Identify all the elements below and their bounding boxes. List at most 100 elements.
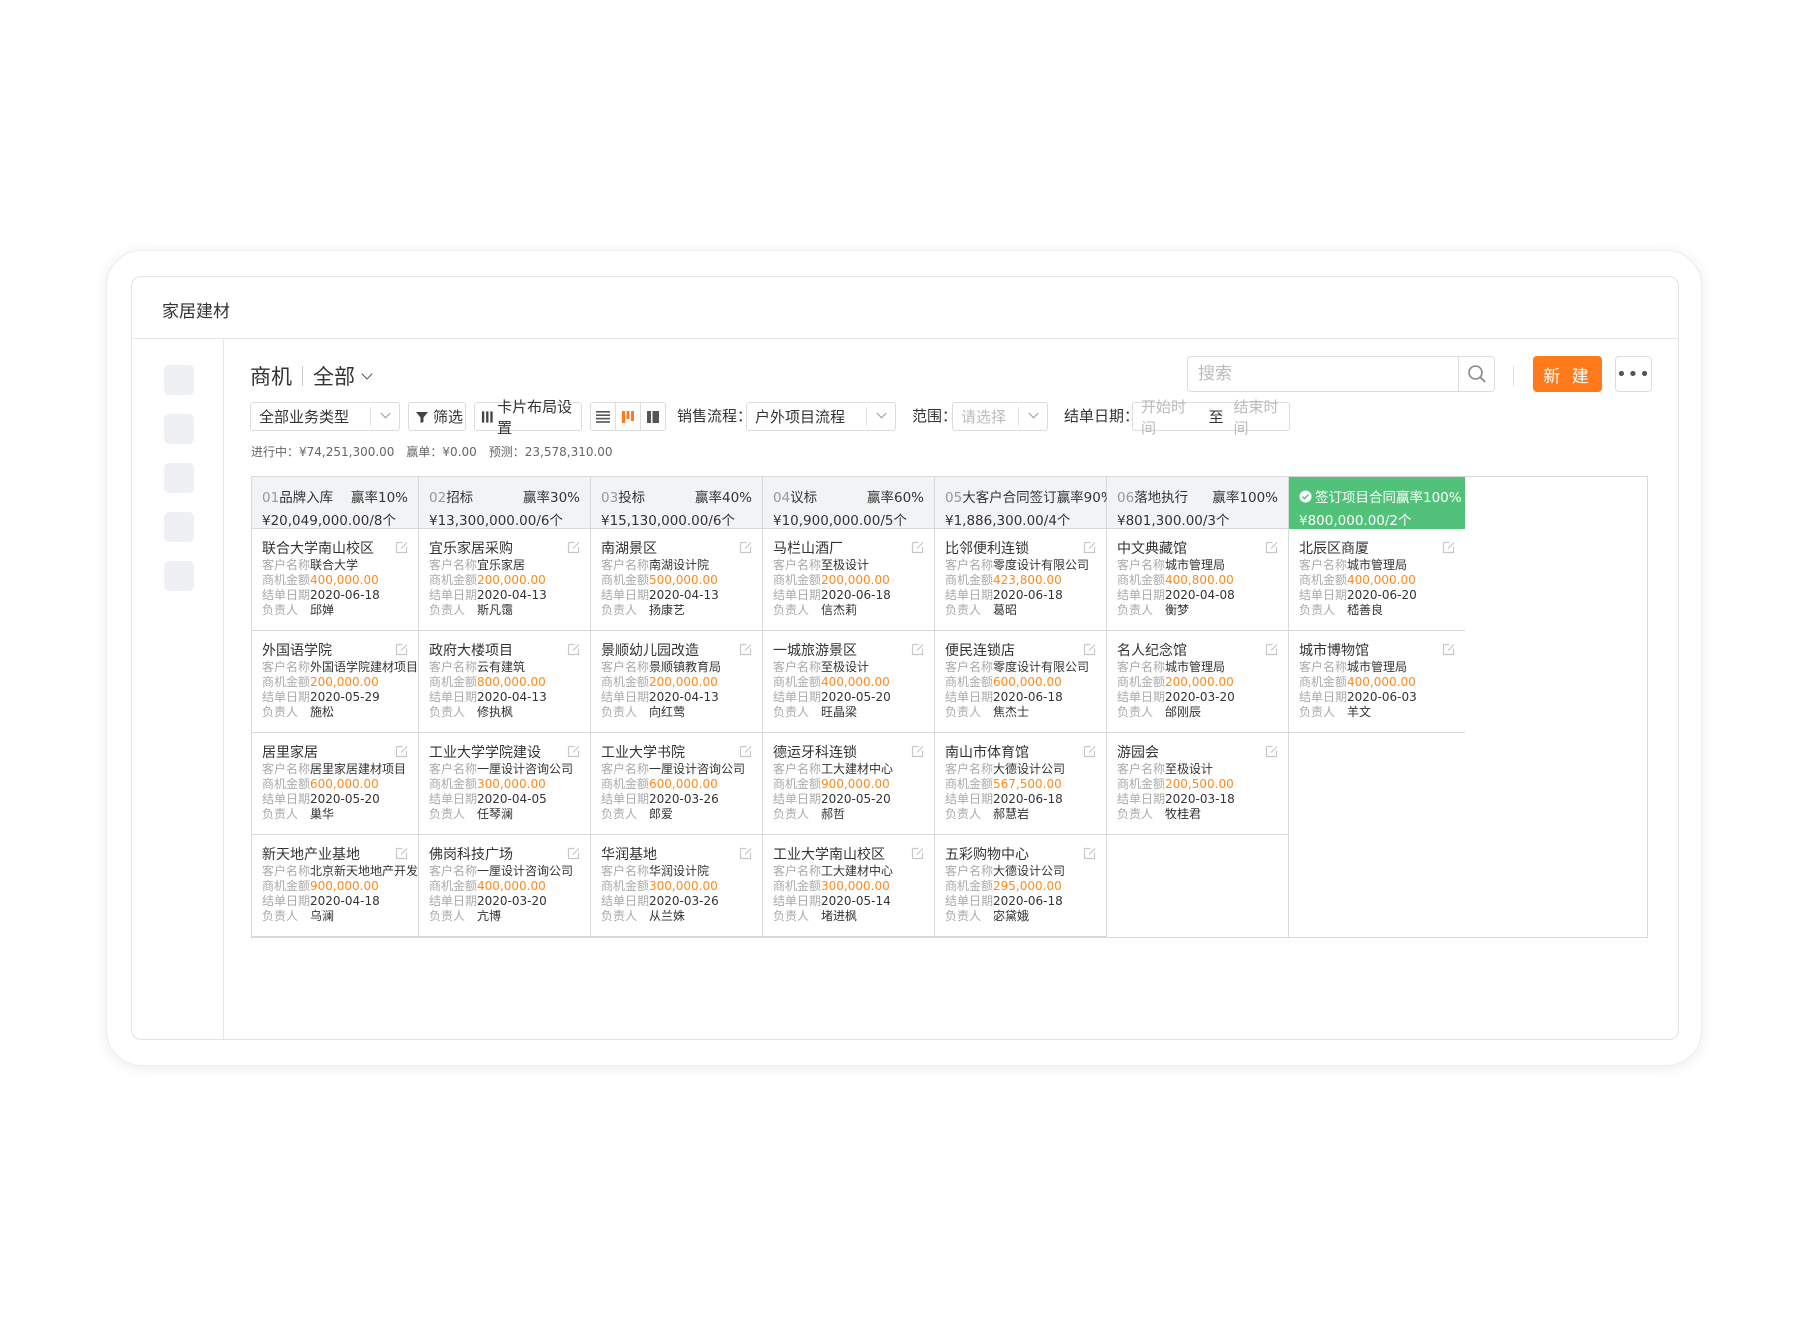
search-button[interactable] [1458,357,1494,391]
opportunity-card[interactable]: 佛岗科技广场 客户名称一厘设计咨询公司 商机金额400,000.00 结单日期2020… [419,835,590,937]
opportunity-card[interactable]: 游园会 客户名称至极设计 商机金额200,500.00 结单日期2020-03-18 负… [1107,733,1288,835]
detail-view-button[interactable] [640,402,666,431]
edit-icon[interactable] [911,641,925,660]
sidebar-item[interactable] [164,414,194,444]
card-customer-row: 客户名称一厘设计咨询公司 [429,762,580,777]
opportunity-card[interactable]: 中文典藏馆 客户名称城市管理局 商机金额400,800.00 结单日期2020-04-… [1107,529,1288,631]
opportunity-card[interactable]: 名人纪念馆 客户名称城市管理局 商机金额200,000.00 结单日期2020-03-… [1107,631,1288,733]
customer-value: 一厘设计咨询公司 [477,864,574,878]
card-date-row: 结单日期2020-05-29 [262,690,408,705]
biz-type-value: 全部业务类型 [259,408,350,426]
edit-icon[interactable] [1083,641,1097,660]
stage-header[interactable]: 04议标 赢率60% ¥10,900,000.00/5个 [763,477,935,529]
edit-icon[interactable] [1265,539,1279,558]
edit-icon[interactable] [739,641,753,660]
card-title: 佛岗科技广场 [429,847,513,863]
sidebar-item[interactable] [164,463,194,493]
edit-icon[interactable] [1083,743,1097,762]
opportunity-card[interactable]: 宜乐家居采购 客户名称宜乐家居 商机金额200,000.00 结单日期2020-04-… [419,529,590,631]
edit-icon[interactable] [739,539,753,558]
opportunity-card[interactable]: 德运牙科连锁 客户名称工大建材中心 商机金额900,000.00 结单日期2020-0… [763,733,934,835]
stage-header[interactable]: 05大客户合同签订 赢率90% ¥1,886,300.00/4个 [935,477,1114,529]
opportunity-card[interactable]: 马栏山酒厂 客户名称至极设计 商机金额200,000.00 结单日期2020-06-1… [763,529,934,631]
opportunity-card[interactable]: 南山市体育馆 客户名称大德设计公司 商机金额567,500.00 结单日期2020-0… [935,733,1106,835]
opportunity-card[interactable]: 居里家居 客户名称居里家居建材项目 商机金额600,000.00 结单日期2020-0… [252,733,418,835]
sales-process-select[interactable]: 户外项目流程 [746,402,896,431]
opportunity-card[interactable]: 景顺幼儿园改造 客户名称景顺镇教育局 商机金额200,000.00 结单日期2020-… [591,631,762,733]
customer-value: 工大建材中心 [821,762,894,776]
edit-icon[interactable] [1083,539,1097,558]
edit-icon[interactable] [739,845,753,864]
edit-icon[interactable] [1442,539,1456,558]
edit-icon[interactable] [911,743,925,762]
range-select[interactable]: 请选择 [952,402,1048,431]
opportunity-card[interactable]: 城市博物馆 客户名称城市管理局 商机金额400,000.00 结单日期2020-06-… [1289,631,1465,733]
date-value: 2020-03-26 [649,894,719,908]
card-layout-button[interactable]: 卡片布局设置 [474,398,582,437]
scope-dropdown[interactable]: 全部 [313,361,373,391]
opportunity-card[interactable]: 五彩购物中心 客户名称大德设计公司 商机金额295,000.00 结单日期2020-0… [935,835,1106,937]
opportunity-card[interactable]: 一城旅游景区 客户名称至极设计 商机金额400,000.00 结单日期2020-05-… [763,631,934,733]
edit-icon[interactable] [911,845,925,864]
opportunity-card[interactable]: 工业大学学院建设 客户名称一厘设计咨询公司 商机金额300,000.00 结单日期20… [419,733,590,835]
edit-icon[interactable] [395,641,409,660]
edit-icon[interactable] [395,743,409,762]
edit-icon[interactable] [395,539,409,558]
opportunity-card[interactable]: 北辰区商厦 客户名称城市管理局 商机金额400,000.00 结单日期2020-06-… [1289,529,1465,631]
select-divider [370,407,371,426]
date-value: 2020-04-13 [649,588,719,602]
card-owner-row: 负责人 斯凡霭 [429,603,580,618]
sidebar [132,339,224,1039]
opportunity-card[interactable]: 工业大学南山校区 客户名称工大建材中心 商机金额300,000.00 结单日期2020… [763,835,934,937]
check-circle-icon [1299,490,1315,506]
new-button[interactable]: 新 建 [1533,356,1602,392]
more-button[interactable]: ••• [1615,356,1652,392]
opportunity-card[interactable]: 联合大学南山校区 客户名称联合大学 商机金额400,000.00 结单日期2020-0… [252,529,418,631]
card-customer-row: 客户名称云有建筑 [429,660,580,675]
field-label: 商机金额 [262,573,311,587]
edit-icon[interactable] [567,539,581,558]
opportunity-card[interactable]: 新天地产业基地 客户名称北京新天地地产开发 商机金额900,000.00 结单日期20… [252,835,418,937]
opportunity-card[interactable]: 便民连锁店 客户名称零度设计有限公司 商机金额600,000.00 结单日期2020-… [935,631,1106,733]
edit-icon[interactable] [567,845,581,864]
edit-icon[interactable] [1442,641,1456,660]
date-value: 2020-05-20 [310,792,380,806]
opportunity-card[interactable]: 比邻便利连锁 客户名称零度设计有限公司 商机金额423,800.00 结单日期2020… [935,529,1106,631]
owner-value: 乌澜 [310,909,335,923]
stage-header[interactable]: 签订项目合同 赢率100% ¥800,000.00/2个 [1289,477,1465,529]
opportunity-card[interactable]: 华润基地 客户名称华润设计院 商机金额300,000.00 结单日期2020-03-2… [591,835,762,937]
kanban-view-button[interactable] [615,402,641,431]
date-range-picker[interactable]: 开始时间 至 结束时间 [1132,398,1290,437]
search-input[interactable] [1188,357,1448,391]
filter-button[interactable]: 筛选 [408,402,466,431]
edit-icon[interactable] [1265,743,1279,762]
owner-value: 邰刚辰 [1165,705,1202,719]
sidebar-item[interactable] [164,512,194,542]
stage-header[interactable]: 01品牌入库 赢率10% ¥20,049,000.00/8个 [252,477,419,529]
card-title: 外国语学院 [262,643,332,659]
biz-type-select[interactable]: 全部业务类型 [250,402,400,431]
list-view-button[interactable] [590,402,616,431]
stage-win-rate: 赢率100% [1212,490,1278,506]
opportunity-card[interactable]: 政府大楼项目 客户名称云有建筑 商机金额800,000.00 结单日期2020-04-… [419,631,590,733]
opportunity-card[interactable]: 南湖景区 客户名称南湖设计院 商机金额500,000.00 结单日期2020-04-1… [591,529,762,631]
sidebar-item[interactable] [164,365,194,395]
sidebar-item[interactable] [164,561,194,591]
edit-icon[interactable] [567,641,581,660]
stage-header[interactable]: 02招标 赢率30% ¥13,300,000.00/6个 [419,477,591,529]
card-layout-label: 卡片布局设置 [497,397,573,437]
edit-icon[interactable] [1083,845,1097,864]
edit-icon[interactable] [567,743,581,762]
select-divider [1018,407,1019,426]
opportunity-card[interactable]: 工业大学书院 客户名称一厘设计咨询公司 商机金额600,000.00 结单日期2020… [591,733,762,835]
edit-icon[interactable] [739,743,753,762]
opportunity-card[interactable]: 外国语学院 客户名称外国语学院建材项目 商机金额200,000.00 结单日期2020… [252,631,418,733]
edit-icon[interactable] [911,539,925,558]
stage-header[interactable]: 03投标 赢率40% ¥15,130,000.00/6个 [591,477,763,529]
edit-icon[interactable] [1265,641,1279,660]
end-date-input[interactable]: 结束时间 [1234,396,1289,438]
start-date-input[interactable]: 开始时间 [1141,396,1196,438]
stage-header[interactable]: 06落地执行 赢率100% ¥801,300.00/3个 [1107,477,1289,529]
date-value: 2020-03-20 [477,894,547,908]
edit-icon[interactable] [395,845,409,864]
